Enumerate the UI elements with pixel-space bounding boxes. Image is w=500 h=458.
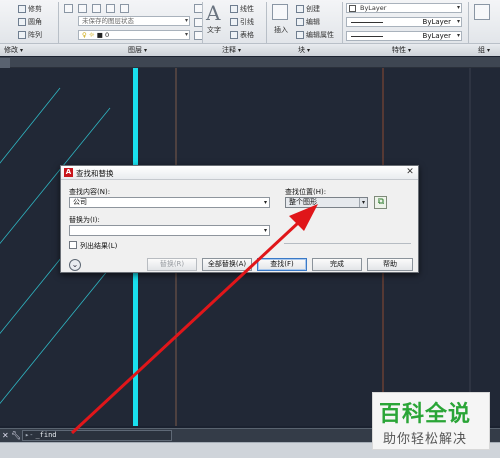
replace-all-button[interactable]: 全部替换(A) — [202, 258, 252, 271]
replace-with-input[interactable]: ▾ — [69, 225, 270, 236]
find-what-input[interactable]: 公司 ▾ — [69, 197, 270, 208]
find-replace-dialog: A 查找和替换 ✕ 查找内容(N): 公司 ▾ 替换为(I): ▾ 查找位置(H… — [60, 165, 419, 273]
layer-tool-icon[interactable] — [92, 4, 101, 13]
chevron-down-icon: ▾ — [456, 18, 460, 25]
insert-block-label: 插入 — [274, 26, 288, 34]
layer-properties-icon[interactable] — [64, 4, 73, 13]
panel-title-properties[interactable]: 特性 ▾ — [392, 45, 411, 55]
table-tool[interactable]: 表格 — [230, 30, 254, 40]
command-input[interactable]: ▸- _find — [22, 430, 172, 441]
find-what-label: 查找内容(N): — [69, 188, 111, 196]
help-button[interactable]: 帮助 — [367, 258, 413, 271]
linear-dimension-tool[interactable]: 线性 — [230, 4, 254, 14]
panel-title-groups[interactable]: 组 ▾ — [478, 45, 490, 55]
fillet-tool[interactable]: 圆角 — [18, 17, 42, 27]
edit-block-tool[interactable]: 编辑 — [296, 17, 320, 27]
lineweight-preview — [351, 36, 383, 37]
layer-tool-icon[interactable] — [78, 4, 87, 13]
array-icon — [18, 31, 26, 39]
chevron-down-icon[interactable]: ▾ — [264, 226, 267, 235]
chevron-down-icon[interactable]: ▾ — [264, 198, 267, 207]
panel-title-annotation[interactable]: 注释 ▾ — [222, 45, 241, 55]
lightbulb-icon: ♀ — [82, 31, 87, 39]
chevron-down-icon: ▾ — [307, 47, 311, 54]
file-tab[interactable] — [0, 58, 10, 68]
fillet-icon — [18, 18, 26, 26]
edit-attributes-tool[interactable]: 编辑属性 — [296, 30, 334, 40]
list-results-checkbox[interactable] — [69, 241, 77, 249]
chevron-down-icon: ▾ — [144, 47, 148, 54]
close-icon[interactable]: ✕ — [404, 168, 416, 178]
edit-attributes-icon — [296, 31, 304, 39]
text-tool-icon[interactable]: A — [206, 1, 220, 25]
layer-tool-icon[interactable] — [120, 4, 129, 13]
list-results-label: 列出结果(L) — [80, 242, 118, 250]
create-block-icon — [296, 5, 304, 13]
trim-icon — [18, 5, 26, 13]
layer-color-icon: ■ — [96, 31, 103, 39]
autocad-logo-icon: A — [64, 168, 73, 177]
done-button[interactable]: 完成 — [312, 258, 362, 271]
linetype-preview — [351, 22, 383, 23]
chevron-down-icon[interactable]: ⌄ — [69, 259, 81, 271]
group-icon[interactable] — [474, 4, 490, 20]
text-tool-label: 文字 — [207, 26, 221, 34]
color-swatch — [349, 5, 356, 12]
chevron-down-icon: ▾ — [238, 47, 242, 54]
wrench-icon[interactable]: 🔧︎ — [11, 431, 21, 440]
find-where-select[interactable]: 整个图形 ▾ — [285, 197, 368, 208]
table-icon — [230, 31, 238, 39]
watermark-title: 百科全说 — [379, 402, 472, 427]
chevron-down-icon: ▾ — [456, 32, 460, 39]
hatch-line — [0, 87, 61, 164]
dialog-title-bar[interactable]: A 查找和替换 ✕ — [61, 166, 418, 180]
select-objects-icon: ⧉ — [377, 197, 385, 207]
file-tab-strip — [0, 57, 500, 68]
array-tool[interactable]: 阵列 — [18, 30, 42, 40]
create-block-tool[interactable]: 创建 — [296, 4, 320, 14]
chevron-down-icon: ▾ — [20, 47, 24, 54]
watermark-subtitle: 助你轻松解决 — [383, 432, 468, 447]
find-where-label: 查找位置(H): — [285, 188, 327, 196]
leader-icon — [230, 18, 238, 26]
replace-with-label: 替换为(I): — [69, 216, 100, 224]
replace-button[interactable]: 替换(R) — [147, 258, 197, 271]
panel-title-layers[interactable]: 图层 ▾ — [128, 45, 147, 55]
dialog-title: 查找和替换 — [76, 169, 114, 178]
panel-title-modify[interactable]: 修改 ▾ — [4, 45, 23, 55]
linear-dimension-icon — [230, 5, 238, 13]
linetype-dropdown[interactable]: ByLayer ▾ — [346, 17, 462, 27]
color-dropdown[interactable]: ByLayer ▾ — [346, 3, 462, 13]
lineweight-dropdown[interactable]: ByLayer ▾ — [346, 31, 462, 41]
sun-icon: ☼ — [88, 31, 95, 39]
edit-block-icon — [296, 18, 304, 26]
panel-title-block[interactable]: 块 ▾ — [298, 45, 310, 55]
find-button[interactable]: 查找(F) — [257, 258, 307, 271]
chevron-down-icon: ▾ — [184, 17, 188, 24]
chevron-down-icon: ▾ — [408, 47, 412, 54]
insert-block-icon[interactable] — [272, 4, 288, 20]
chevron-down-icon: ▾ — [456, 4, 460, 11]
divider — [284, 243, 411, 244]
ribbon-panel-titles: 修改 ▾ 图层 ▾ 注释 ▾ 块 ▾ 特性 ▾ 组 ▾ — [0, 43, 500, 56]
chevron-down-icon: ▾ — [184, 31, 188, 38]
watermark-logo: 百科全说 助你轻松解决 — [372, 392, 490, 450]
close-icon[interactable]: ✕ — [2, 431, 9, 440]
ribbon: 修剪 圆角 阵列 未保存的图层状态 ▾ ♀ ☼ ■ 0 ▾ A 文字 线性 引线 … — [0, 0, 500, 56]
layer-tool-icon[interactable] — [106, 4, 115, 13]
current-layer-dropdown[interactable]: ♀ ☼ ■ 0 ▾ — [78, 30, 190, 40]
trim-tool[interactable]: 修剪 — [18, 4, 42, 14]
leader-tool[interactable]: 引线 — [230, 17, 254, 27]
chevron-down-icon[interactable]: ▾ — [359, 198, 367, 207]
chevron-down-icon: ▾ — [487, 47, 491, 54]
layer-state-dropdown[interactable]: 未保存的图层状态 ▾ — [78, 16, 190, 26]
select-objects-button[interactable]: ⧉ — [374, 196, 387, 209]
